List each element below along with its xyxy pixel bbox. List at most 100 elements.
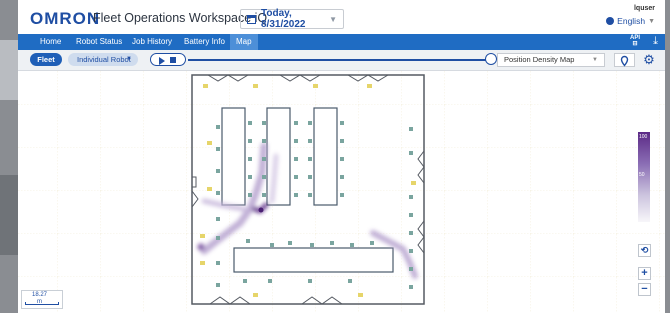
shelf-rack bbox=[233, 247, 394, 273]
station-marker bbox=[268, 279, 272, 283]
shelf-rack bbox=[313, 107, 338, 206]
background-shape bbox=[0, 40, 18, 100]
main-nav: Home Robot Status Job History Battery In… bbox=[18, 34, 665, 50]
map-mode-select[interactable]: Position Density Map ▼ bbox=[497, 53, 605, 67]
fleet-button[interactable]: Fleet bbox=[30, 53, 62, 66]
station-marker bbox=[294, 121, 298, 125]
floor-map bbox=[18, 71, 665, 313]
station-marker bbox=[409, 127, 413, 131]
user-name[interactable]: lquser bbox=[634, 5, 655, 12]
station-marker bbox=[216, 217, 220, 221]
station-marker bbox=[409, 213, 413, 217]
station-marker bbox=[340, 193, 344, 197]
station-marker bbox=[340, 157, 344, 161]
charger-marker bbox=[313, 84, 318, 88]
api-icon: ⊟ bbox=[632, 41, 638, 47]
chevron-down-icon: ▼ bbox=[126, 56, 132, 62]
legend-mid-label: 50 bbox=[639, 172, 645, 178]
station-marker bbox=[308, 157, 312, 161]
station-marker bbox=[340, 175, 344, 179]
station-marker bbox=[288, 241, 292, 245]
station-marker bbox=[294, 139, 298, 143]
station-marker bbox=[248, 193, 252, 197]
nav-job-history[interactable]: Job History bbox=[126, 34, 178, 50]
chevron-down-icon: ▼ bbox=[592, 57, 598, 63]
nav-home[interactable]: Home bbox=[34, 34, 67, 50]
station-marker bbox=[294, 175, 298, 179]
chevron-down-icon: ▼ bbox=[648, 17, 655, 25]
charger-marker bbox=[253, 293, 258, 297]
station-marker bbox=[350, 243, 354, 247]
station-marker bbox=[216, 261, 220, 265]
station-marker bbox=[294, 157, 298, 161]
scale-value: 18.27 bbox=[32, 292, 48, 298]
play-icon[interactable] bbox=[159, 56, 165, 65]
station-marker bbox=[340, 139, 344, 143]
playback-slider-handle[interactable] bbox=[485, 53, 497, 65]
station-marker bbox=[308, 279, 312, 283]
charger-marker bbox=[411, 181, 416, 185]
station-marker bbox=[262, 121, 266, 125]
charger-marker bbox=[253, 84, 258, 88]
language-selector[interactable]: English ▼ bbox=[606, 16, 655, 26]
playback-controls bbox=[150, 53, 186, 66]
scale-bar bbox=[25, 302, 59, 305]
api-button[interactable]: API ⊟ bbox=[630, 35, 640, 47]
station-marker bbox=[216, 236, 220, 240]
density-hotspot bbox=[258, 207, 264, 213]
map-scale: 18.27 m bbox=[21, 290, 63, 309]
charger-marker bbox=[358, 293, 363, 297]
station-marker bbox=[216, 283, 220, 287]
language-label: English bbox=[617, 16, 646, 26]
gear-icon[interactable]: ⚙ bbox=[640, 52, 658, 68]
station-marker bbox=[248, 139, 252, 143]
station-marker bbox=[340, 121, 344, 125]
station-marker bbox=[370, 241, 374, 245]
station-marker bbox=[409, 285, 413, 289]
calendar-icon bbox=[247, 14, 256, 24]
station-marker bbox=[216, 125, 220, 129]
nav-battery-info[interactable]: Battery Info bbox=[178, 34, 231, 50]
globe-icon bbox=[606, 17, 615, 25]
map-toolbar: Fleet Individual Robot ▼ Position Densit… bbox=[18, 50, 665, 71]
station-marker bbox=[330, 241, 334, 245]
stop-icon[interactable] bbox=[170, 57, 176, 63]
playback-slider[interactable] bbox=[188, 59, 492, 61]
chevron-down-icon: ▼ bbox=[329, 14, 337, 24]
charger-marker bbox=[207, 187, 212, 191]
rotate-button[interactable]: ⟲ bbox=[638, 244, 651, 257]
station-marker bbox=[409, 195, 413, 199]
background-shape bbox=[0, 175, 18, 255]
nav-robot-status[interactable]: Robot Status bbox=[70, 34, 128, 50]
station-marker bbox=[216, 191, 220, 195]
station-marker bbox=[308, 193, 312, 197]
date-selector[interactable]: Today, 8/31/2022 ▼ bbox=[240, 8, 344, 30]
location-pin-button[interactable] bbox=[614, 53, 635, 67]
station-marker bbox=[243, 279, 247, 283]
map-mode-label: Position Density Map bbox=[504, 55, 575, 64]
charger-marker bbox=[207, 141, 212, 145]
station-marker bbox=[348, 279, 352, 283]
charger-marker bbox=[200, 261, 205, 265]
scale-unit: m bbox=[37, 299, 42, 305]
robot-select-label: Individual Robot bbox=[77, 55, 131, 64]
top-header: OMRON Fleet Operations Workspace iQ Toda… bbox=[18, 0, 665, 34]
zoom-in-button[interactable]: + bbox=[638, 267, 651, 280]
station-marker bbox=[409, 151, 413, 155]
nav-map[interactable]: Map bbox=[230, 34, 258, 50]
station-marker bbox=[248, 175, 252, 179]
station-marker bbox=[262, 139, 266, 143]
station-marker bbox=[310, 243, 314, 247]
zoom-out-button[interactable]: − bbox=[638, 283, 651, 296]
charger-marker bbox=[203, 84, 208, 88]
map-canvas[interactable]: 100 50 ⟲ + − 18.27 m bbox=[18, 71, 665, 313]
robot-select[interactable]: Individual Robot ▼ bbox=[68, 53, 138, 66]
station-marker bbox=[262, 157, 266, 161]
station-marker bbox=[308, 175, 312, 179]
station-marker bbox=[246, 239, 250, 243]
charger-marker bbox=[200, 234, 205, 238]
station-marker bbox=[308, 121, 312, 125]
station-marker bbox=[262, 175, 266, 179]
app-window: OMRON Fleet Operations Workspace iQ Toda… bbox=[18, 0, 665, 313]
download-icon[interactable]: ⤓ bbox=[653, 36, 658, 47]
